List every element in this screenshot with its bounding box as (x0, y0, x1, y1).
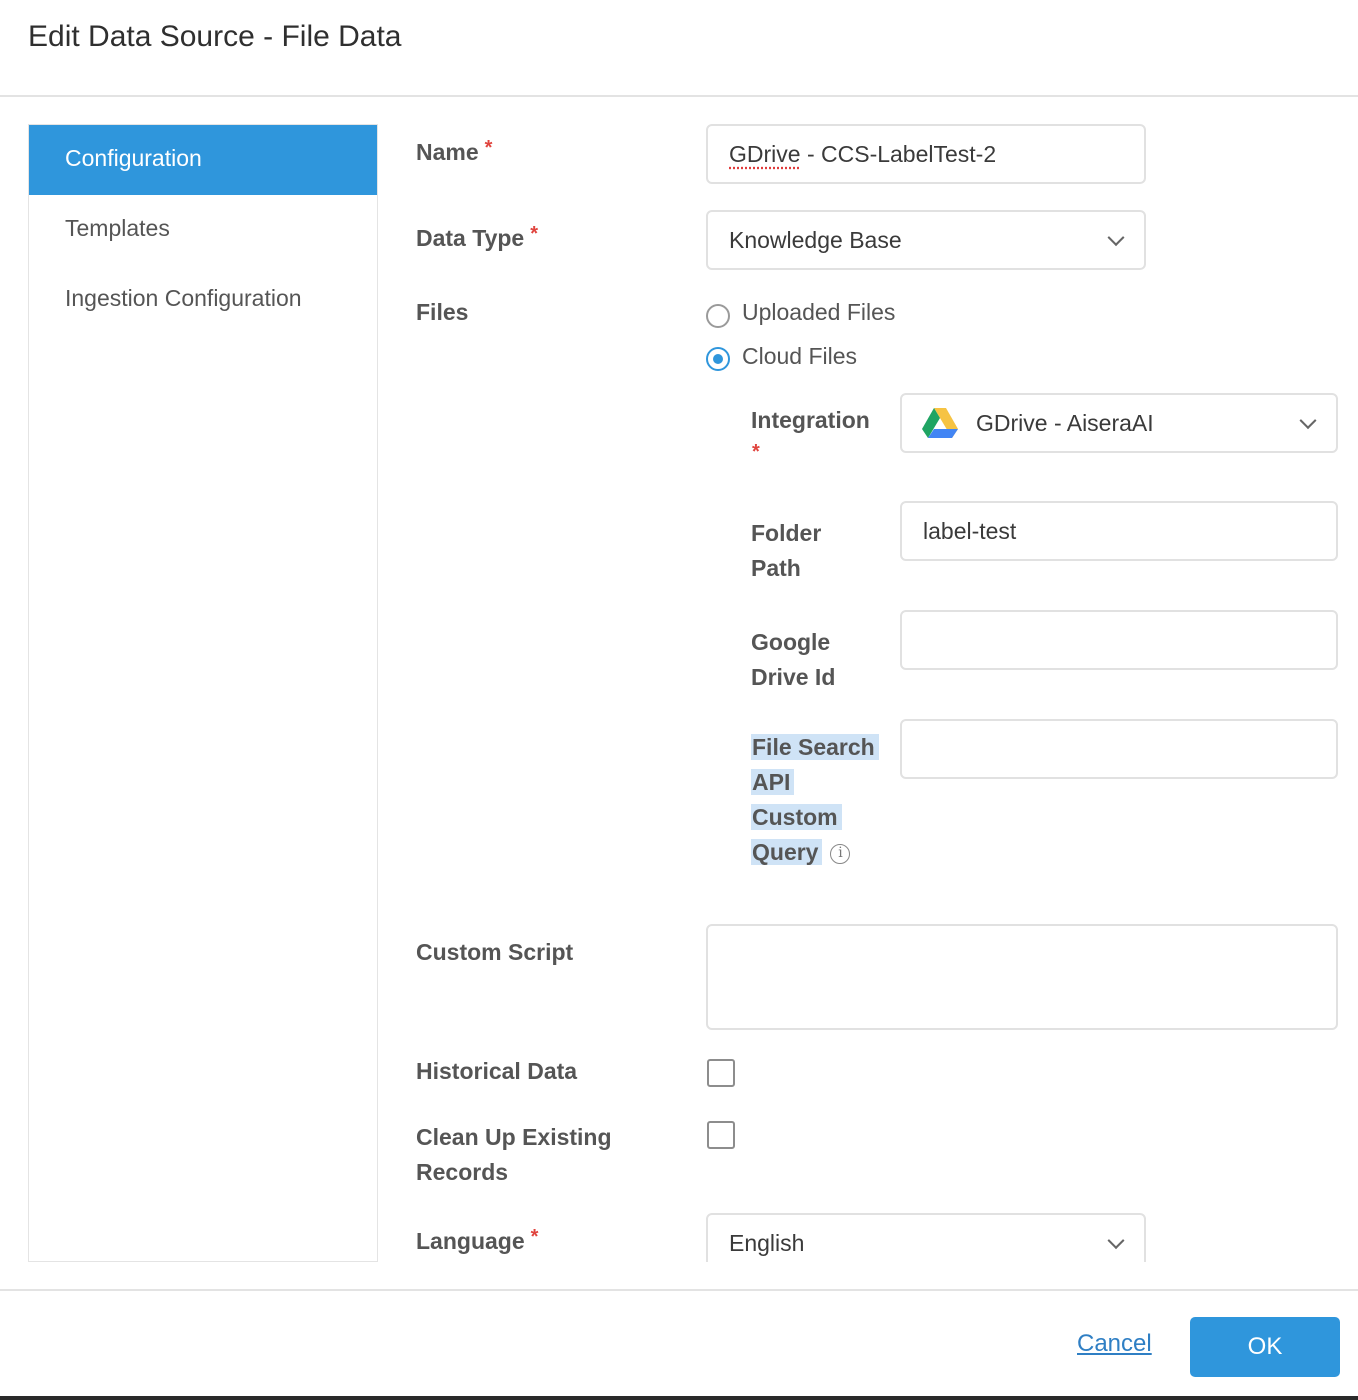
language-value: English (729, 1229, 805, 1256)
folder-path-input[interactable]: label-test (900, 501, 1338, 561)
folder-path-value: label-test (923, 517, 1017, 544)
clean-up-label-line2: Records (416, 1159, 509, 1185)
google-drive-id-label: Google Drive Id (751, 625, 835, 695)
spellcheck-underlined-word: GDrive (729, 140, 801, 167)
uploaded-files-radio[interactable] (706, 304, 730, 328)
sidebar-item-templates[interactable]: Templates (29, 195, 377, 265)
custom-script-textarea[interactable] (706, 924, 1338, 1030)
language-label: Language * (416, 1226, 539, 1255)
clean-up-checkbox[interactable] (707, 1121, 735, 1149)
language-select-clip: English (706, 1213, 1146, 1262)
chevron-down-icon (1107, 229, 1125, 247)
footer-divider (0, 1289, 1358, 1291)
header-divider (0, 95, 1358, 97)
cancel-button[interactable]: Cancel (1077, 1330, 1152, 1358)
file-search-query-label-line4: Query (751, 839, 823, 865)
info-icon[interactable]: i (830, 843, 851, 864)
data-type-value: Knowledge Base (729, 226, 902, 253)
google-drive-id-label-line1: Google (751, 629, 831, 655)
clean-up-label-line1: Clean Up Existing (416, 1124, 612, 1150)
file-search-query-label-line3: Custom (751, 804, 842, 830)
name-label-text: Name (416, 139, 479, 165)
dialog-title: Edit Data Source - File Data (28, 20, 402, 53)
folder-path-label-line2: Path (751, 555, 801, 581)
folder-path-label: Folder Path (751, 516, 821, 586)
name-input[interactable]: GDrive - CCS-LabelTest-2 (706, 124, 1146, 184)
google-drive-id-input[interactable] (900, 610, 1338, 670)
data-type-label-text: Data Type (416, 225, 525, 251)
folder-path-label-line1: Folder (751, 520, 822, 546)
file-search-query-label-line2: API (751, 769, 795, 795)
google-drive-icon (922, 408, 958, 438)
file-search-query-label-line1: File Search (751, 734, 879, 760)
file-search-query-input[interactable] (900, 719, 1338, 779)
custom-script-label: Custom Script (416, 939, 574, 965)
required-asterisk: * (530, 1226, 539, 1248)
data-type-label: Data Type * (416, 223, 539, 252)
chevron-down-icon (1107, 1232, 1125, 1250)
name-value-rest: - CCS-LabelTest-2 (800, 140, 997, 167)
file-search-query-label: File Search API Custom Query i (751, 730, 879, 870)
name-input-value: GDrive - CCS-LabelTest-2 (729, 141, 996, 168)
name-label: Name * (416, 137, 493, 166)
historical-data-checkbox[interactable] (707, 1059, 735, 1087)
integration-select[interactable]: GDrive - AiseraAI (900, 393, 1338, 453)
required-asterisk: * (484, 137, 493, 159)
integration-value: GDrive - AiseraAI (976, 409, 1154, 436)
cloud-files-label[interactable]: Cloud Files (742, 343, 857, 370)
required-asterisk: * (530, 223, 539, 245)
historical-data-label: Historical Data (416, 1058, 578, 1084)
language-select[interactable]: English (706, 1213, 1146, 1262)
cloud-files-radio[interactable] (706, 347, 730, 371)
sidebar-item-configuration[interactable]: Configuration (29, 125, 377, 195)
data-type-select[interactable]: Knowledge Base (706, 210, 1146, 270)
ok-button[interactable]: OK (1190, 1317, 1340, 1377)
language-label-text: Language (416, 1228, 525, 1254)
sidebar-nav: Configuration Templates Ingestion Config… (28, 124, 378, 1262)
window-bottom-edge (0, 1396, 1358, 1400)
google-drive-id-label-line2: Drive Id (751, 664, 836, 690)
clean-up-label: Clean Up Existing Records (416, 1120, 612, 1190)
sidebar-item-ingestion-configuration[interactable]: Ingestion Configuration (29, 265, 377, 335)
files-label: Files (416, 299, 469, 325)
integration-label: Integration (751, 407, 870, 433)
uploaded-files-label[interactable]: Uploaded Files (742, 299, 895, 326)
chevron-down-icon (1299, 412, 1317, 430)
